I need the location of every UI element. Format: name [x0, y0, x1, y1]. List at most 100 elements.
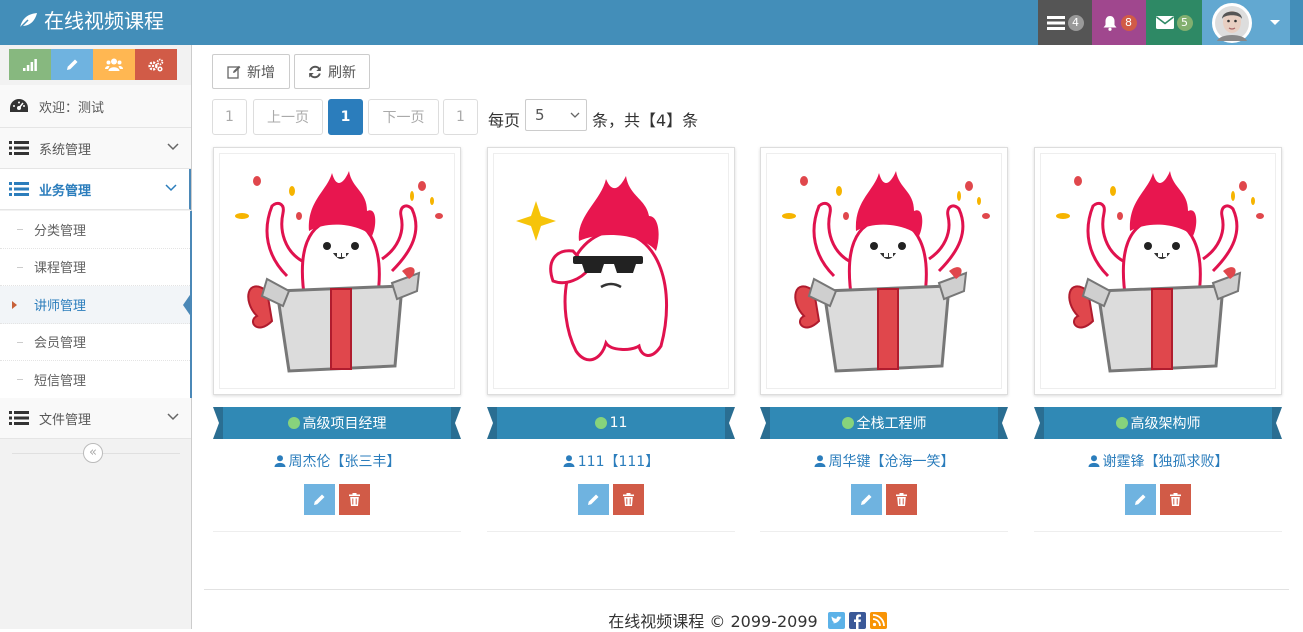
last-page-button[interactable]: 1 — [443, 99, 478, 135]
delete-button[interactable] — [1160, 484, 1191, 515]
teacher-name: 周杰伦【张三丰】 — [288, 454, 401, 470]
teacher-name: 谢霆锋【独孤求败】 — [1102, 454, 1229, 470]
status-dot — [841, 417, 854, 429]
double-left-icon: « — [89, 445, 97, 460]
submenu-item-course[interactable]: 课程管理 — [0, 249, 190, 286]
teacher-title: 全栈工程师 — [856, 416, 927, 432]
ribbon-body: 高级架构师 — [1044, 407, 1272, 439]
submenu-item-sms[interactable]: 短信管理 — [0, 361, 190, 399]
sidebar-item-files[interactable]: 文件管理 — [0, 398, 191, 439]
celebration-illustration — [782, 171, 990, 373]
add-button[interactable]: 新增 — [212, 54, 290, 89]
shortcut-users-button[interactable] — [93, 49, 135, 80]
sidebar-welcome[interactable]: 欢迎：测试 — [0, 85, 191, 128]
prev-page-button[interactable]: 上一页 — [253, 99, 323, 135]
tree-line — [17, 229, 23, 230]
brand[interactable]: 在线视频课程 — [18, 8, 164, 34]
submenu-item-label: 会员管理 — [34, 336, 87, 352]
current-page-button[interactable]: 1 — [328, 99, 363, 135]
teacher-photo[interactable] — [213, 147, 461, 395]
rss-icon[interactable] — [869, 611, 887, 629]
submenu-item-label: 讲师管理 — [34, 298, 87, 314]
total-count-text: 条，共【4】条 — [592, 111, 699, 130]
user-icon — [814, 455, 825, 467]
delete-button[interactable] — [886, 484, 917, 515]
facebook-icon[interactable] — [848, 611, 866, 629]
list-icon — [9, 141, 29, 155]
teacher-title-ribbon: 11 — [487, 407, 735, 439]
per-page-select[interactable]: 5 — [525, 99, 587, 131]
edit-button[interactable] — [304, 484, 335, 515]
edit-button[interactable] — [1125, 484, 1156, 515]
user-icon — [563, 455, 575, 467]
main-content: 新增 刷新 1 上一页 1 下一页 1 每页 5 条，共【4】条 高级项目经理 — [192, 45, 1303, 632]
signal-icon — [23, 58, 37, 71]
pencil-icon — [1135, 494, 1146, 505]
teacher-photo[interactable] — [487, 147, 735, 395]
tree-line — [17, 341, 23, 343]
status-dot — [287, 417, 300, 429]
card-divider — [213, 531, 461, 532]
photo-slot — [1040, 153, 1276, 389]
photo-slot — [493, 153, 729, 389]
twitter-icon[interactable] — [827, 611, 845, 629]
teacher-photo[interactable] — [760, 147, 1008, 395]
business-submenu: 分类管理 课程管理 讲师管理 会员管理 短信管理 — [0, 211, 192, 399]
shortcut-stats-button[interactable] — [9, 49, 51, 80]
edit-button[interactable] — [578, 484, 609, 515]
teacher-card: 全栈工程师 周华键【沧海一笑】 — [760, 147, 1008, 532]
dashboard-icon — [10, 99, 28, 112]
notifications-button[interactable]: 8 — [1092, 0, 1146, 45]
first-page-button[interactable]: 1 — [212, 99, 247, 135]
status-dot — [1115, 417, 1128, 429]
submenu-item-label: 课程管理 — [34, 261, 87, 277]
ribbon-body: 全栈工程师 — [770, 407, 998, 439]
teacher-name-row: 谢霆锋【独孤求败】 — [1034, 451, 1282, 471]
shortcut-edit-button[interactable] — [51, 49, 93, 80]
teacher-photo[interactable] — [1034, 147, 1282, 395]
tree-line — [17, 266, 23, 268]
teacher-name: 周华键【沧海一笑】 — [828, 454, 955, 470]
submenu-item-teacher[interactable]: 讲师管理 — [0, 286, 192, 324]
delete-button[interactable] — [613, 484, 644, 515]
sidebar-item-business[interactable]: 业务管理 — [0, 169, 191, 210]
card-actions — [213, 484, 461, 515]
welcome-text: 欢迎：测试 — [39, 100, 105, 116]
card-actions — [760, 484, 1008, 515]
messages-button[interactable]: 5 — [1146, 0, 1202, 45]
shortcut-settings-button[interactable] — [135, 49, 177, 80]
delete-button[interactable] — [339, 484, 370, 515]
next-page-button[interactable]: 下一页 — [368, 99, 439, 135]
trash-icon — [1170, 493, 1181, 506]
footer: 在线视频课程 © 2099-2099 — [192, 608, 1303, 632]
pencil-icon — [861, 494, 872, 505]
chevron-down-icon — [570, 112, 580, 118]
user-menu[interactable] — [1202, 0, 1290, 45]
refresh-button[interactable]: 刷新 — [294, 54, 370, 89]
edit-button[interactable] — [851, 484, 882, 515]
edit-icon — [227, 65, 241, 79]
card-divider — [760, 531, 1008, 532]
refresh-icon — [309, 65, 321, 78]
sidebar-item-system[interactable]: 系统管理 — [0, 128, 191, 169]
celebration-illustration — [235, 171, 443, 373]
submenu-item-category[interactable]: 分类管理 — [0, 211, 190, 249]
sidebar-collapse: « — [0, 439, 192, 467]
ribbon-body: 高级项目经理 — [223, 407, 451, 439]
submenu-item-label: 分类管理 — [34, 223, 87, 239]
per-page-value: 5 — [535, 106, 545, 124]
pagination: 1 上一页 1 下一页 1 每页 5 条，共【4】条 — [192, 99, 792, 135]
chevron-down-icon — [167, 413, 179, 421]
tasks-button[interactable]: 4 — [1038, 0, 1092, 45]
sidebar-item-label: 文件管理 — [39, 412, 92, 428]
teacher-title-ribbon: 高级项目经理 — [213, 407, 461, 439]
active-arrow-icon — [183, 292, 192, 318]
messages-badge: 5 — [1176, 14, 1193, 31]
notifications-badge: 8 — [1120, 14, 1137, 31]
bell-icon — [1103, 15, 1116, 31]
tree-line — [17, 379, 23, 380]
add-label: 新增 — [247, 64, 275, 81]
submenu-item-member[interactable]: 会员管理 — [0, 324, 190, 361]
card-divider — [1034, 531, 1282, 532]
collapse-button[interactable]: « — [83, 443, 103, 463]
